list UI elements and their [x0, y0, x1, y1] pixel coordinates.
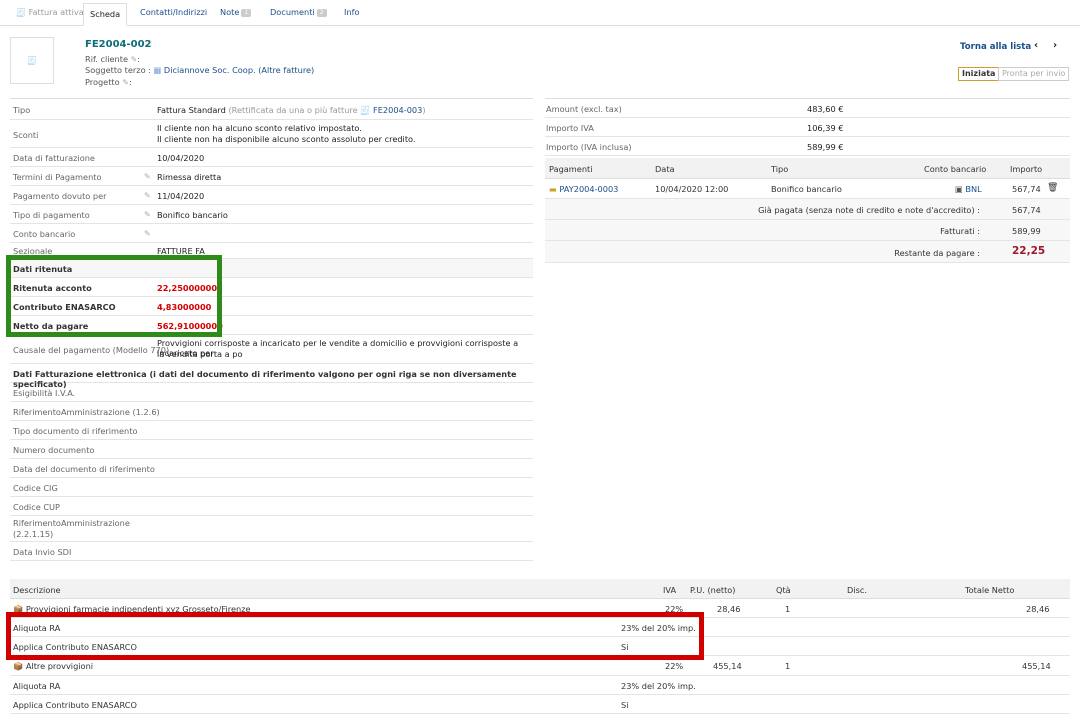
- tab-note[interactable]: Note 1: [214, 6, 257, 25]
- bank-icon: ▣: [955, 184, 963, 194]
- invoice-icon: 🧾: [16, 8, 26, 17]
- rif-amm-row: RiferimentoAmministrazione (2.2.1.15): [10, 516, 533, 542]
- payments-header: Pagamenti Data Tipo Conto bancario Impor…: [545, 158, 1070, 179]
- note-count-badge: 1: [241, 8, 252, 17]
- line-extra-row: Aliquota RA 23% del 20% imp.: [10, 676, 1070, 695]
- progetto-row: Progetto ✎:: [85, 77, 132, 87]
- payment-icon: ▬: [549, 184, 557, 194]
- fe-row: Data del documento di riferimento: [10, 459, 533, 478]
- next-arrow-icon[interactable]: ›: [1053, 40, 1057, 51]
- soggetto-link[interactable]: Diciannove Soc. Coop. (Altre fatture): [164, 65, 314, 75]
- amount-row: Amount (excl. tax) 483,60 €: [545, 99, 1070, 118]
- invoice-icon: 🧾: [27, 56, 37, 65]
- product-icon: 📦: [13, 661, 24, 671]
- data-fatturazione-row: Data di fatturazione 10/04/2020: [10, 148, 533, 167]
- sconti-row: Sconti Il cliente non ha alcuno sconto r…: [10, 120, 533, 148]
- conto-bancario-row: Conto bancario ✎: [10, 224, 533, 243]
- status-pronta-invio[interactable]: Pronta per invio: [998, 67, 1070, 81]
- document-thumbnail: 🧾: [10, 37, 54, 84]
- fe-row: Codice CUP: [10, 497, 533, 516]
- pencil-icon[interactable]: ✎: [144, 229, 151, 238]
- lines-header: Descrizione IVA P.U. (netto) Qtà Disc. T…: [10, 579, 1070, 599]
- fe-row: Tipo documento di riferimento: [10, 421, 533, 440]
- importo-iva-row: Importo IVA 106,39 €: [545, 118, 1070, 137]
- line-extras-highlight-box: [6, 612, 704, 660]
- pencil-icon[interactable]: ✎: [144, 210, 151, 219]
- fe-row: RiferimentoAmministrazione (1.2.6): [10, 402, 533, 421]
- pencil-icon[interactable]: ✎: [144, 172, 151, 181]
- tab-documenti[interactable]: Documenti 2: [264, 6, 333, 25]
- tab-scheda[interactable]: Scheda: [83, 3, 128, 26]
- payment-row: ▬ PAY2004-0003 10/04/2020 12:00 Bonifico…: [545, 179, 1070, 199]
- pencil-icon[interactable]: ✎: [122, 78, 129, 87]
- fe-row: Esigibilità I.V.A.: [10, 383, 533, 402]
- company-icon: ▦: [153, 65, 162, 75]
- back-to-list-link[interactable]: Torna alla lista: [960, 42, 1031, 52]
- invoice-ref: FE2004-002: [85, 39, 152, 50]
- bank-link[interactable]: BNL: [965, 184, 981, 194]
- documenti-count-badge: 2: [316, 8, 327, 17]
- invoice-icon: 🧾: [360, 105, 371, 115]
- line-extra-row: Applica Contributo ENASARCO Si: [10, 695, 1070, 714]
- pencil-icon[interactable]: ✎: [131, 55, 138, 64]
- dovuto-row: Pagamento dovuto per ✎ 11/04/2020: [10, 186, 533, 205]
- payment-ref-link[interactable]: PAY2004-0003: [559, 184, 618, 194]
- fe-row: Numero documento: [10, 440, 533, 459]
- fe-row: Codice CIG: [10, 478, 533, 497]
- gia-pagata-row: Già pagata (senza note di credito e note…: [545, 199, 1070, 220]
- tab-bar: 🧾 Fattura attiva Scheda Contatti/Indiriz…: [0, 0, 1080, 26]
- causale-row: Causale del pagamento (Modello 770) Prov…: [10, 335, 533, 364]
- fatturati-row: Fatturati : 589,99: [545, 220, 1070, 241]
- restante-row: Restante da pagare : 22,25: [545, 241, 1070, 263]
- rif-cliente-row: Rif. cliente ✎:: [85, 54, 141, 64]
- tipo-ref-link[interactable]: FE2004-003: [373, 105, 422, 115]
- invio-sdi-row: Data Invio SDI: [10, 542, 533, 561]
- tab-info[interactable]: Info: [338, 6, 366, 25]
- tipo-row: Tipo Fattura Standard (Rettificata da un…: [10, 99, 533, 120]
- fe-title-row: Dati Fatturazione elettronica (i dati de…: [10, 364, 533, 389]
- termini-row: Termini di Pagamento ✎ Rimessa diretta: [10, 167, 533, 186]
- pencil-icon[interactable]: ✎: [144, 191, 151, 200]
- tab-contatti[interactable]: Contatti/Indirizzi: [134, 6, 213, 25]
- importo-totale-row: Importo (IVA inclusa) 589,99 €: [545, 137, 1070, 156]
- tipo-pagamento-row: Tipo di pagamento ✎ Bonifico bancario: [10, 205, 533, 224]
- trash-icon[interactable]: 🗑: [1047, 183, 1058, 193]
- soggetto-row: Soggetto terzo : ▦ Diciannove Soc. Coop.…: [85, 65, 315, 75]
- ritenuta-highlight-box: [6, 255, 222, 337]
- status-iniziata: Iniziata: [958, 67, 1000, 81]
- tab-fattura-attiva[interactable]: 🧾 Fattura attiva: [10, 6, 90, 25]
- prev-arrow-icon[interactable]: ‹: [1034, 40, 1038, 51]
